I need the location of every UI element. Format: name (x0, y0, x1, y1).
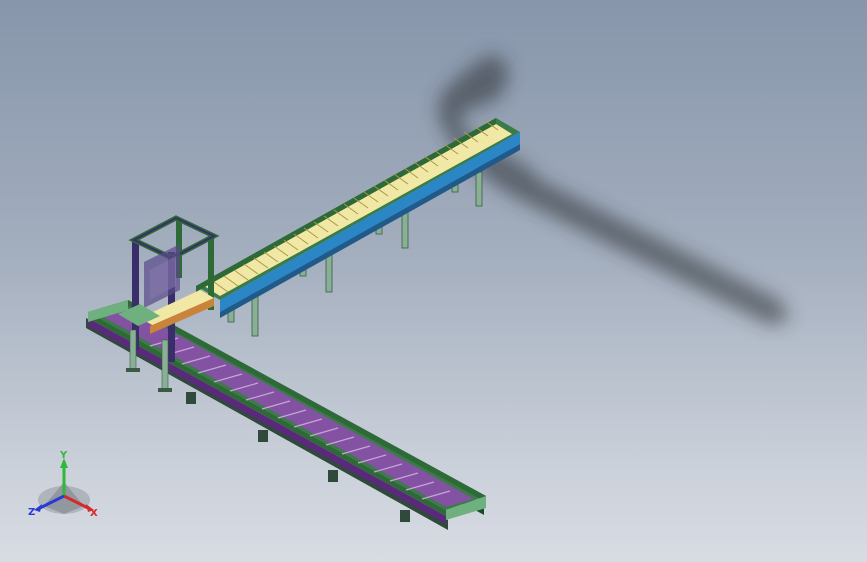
conveyor-model: Y X Z (28, 55, 790, 530)
x-axis-label: X (90, 508, 98, 519)
z-axis-label: Z (28, 507, 35, 518)
view-orientation-triad[interactable]: Y X Z (28, 450, 98, 519)
roller-conveyor-lower (86, 300, 486, 530)
cad-3d-viewport[interactable]: Y X Z (0, 0, 867, 562)
drop-shadow (437, 55, 790, 325)
roller-conveyor-upper (196, 118, 520, 337)
y-axis-label: Y (59, 450, 68, 461)
